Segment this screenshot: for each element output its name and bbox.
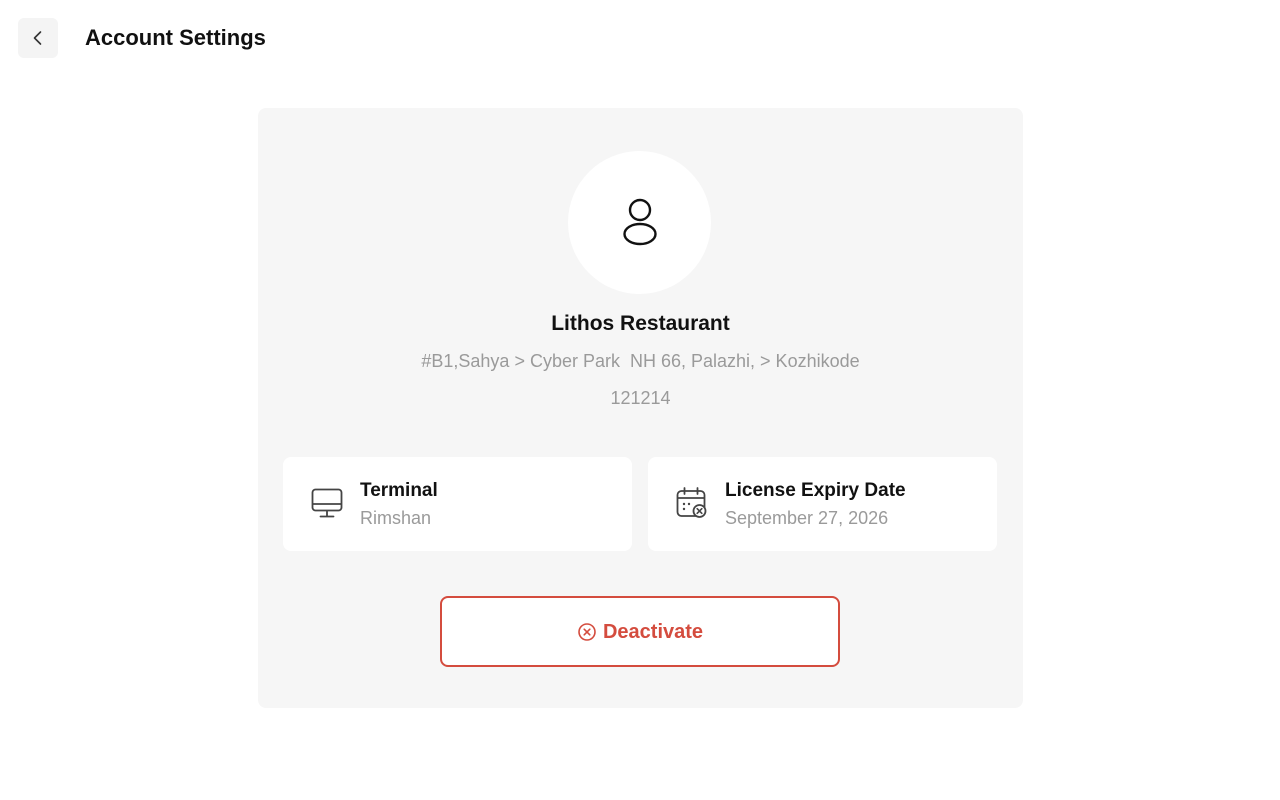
terminal-title: Terminal: [360, 480, 438, 501]
license-value: September 27, 2026: [725, 508, 889, 528]
terminal-value: Rimshan: [360, 508, 432, 528]
x-circle-icon: [577, 622, 597, 642]
page-title: Account Settings: [85, 25, 266, 50]
terminal-info-box: Terminal Rimshan: [283, 457, 632, 551]
monitor-icon: [309, 485, 345, 521]
deactivate-button[interactable]: Deactivate: [440, 596, 840, 667]
organization-pincode: 121214: [610, 388, 671, 408]
header: Account Settings: [0, 0, 1280, 76]
license-title: License Expiry Date: [725, 480, 906, 501]
calendar-icon: [674, 485, 710, 521]
user-icon: [622, 198, 657, 245]
deactivate-label: Deactivate: [602, 620, 704, 643]
chevron-left-icon: [33, 31, 42, 45]
organization-address: #B1,Sahya > Cyber Park NH 66, Palazhi, >…: [421, 351, 860, 371]
license-info-box: License Expiry Date September 27, 2026: [648, 457, 997, 551]
avatar: [568, 151, 711, 294]
back-button[interactable]: [18, 18, 58, 58]
account-card: Lithos Restaurant #B1,Sahya > Cyber Park…: [258, 108, 1023, 708]
organization-name: Lithos Restaurant: [551, 312, 730, 335]
